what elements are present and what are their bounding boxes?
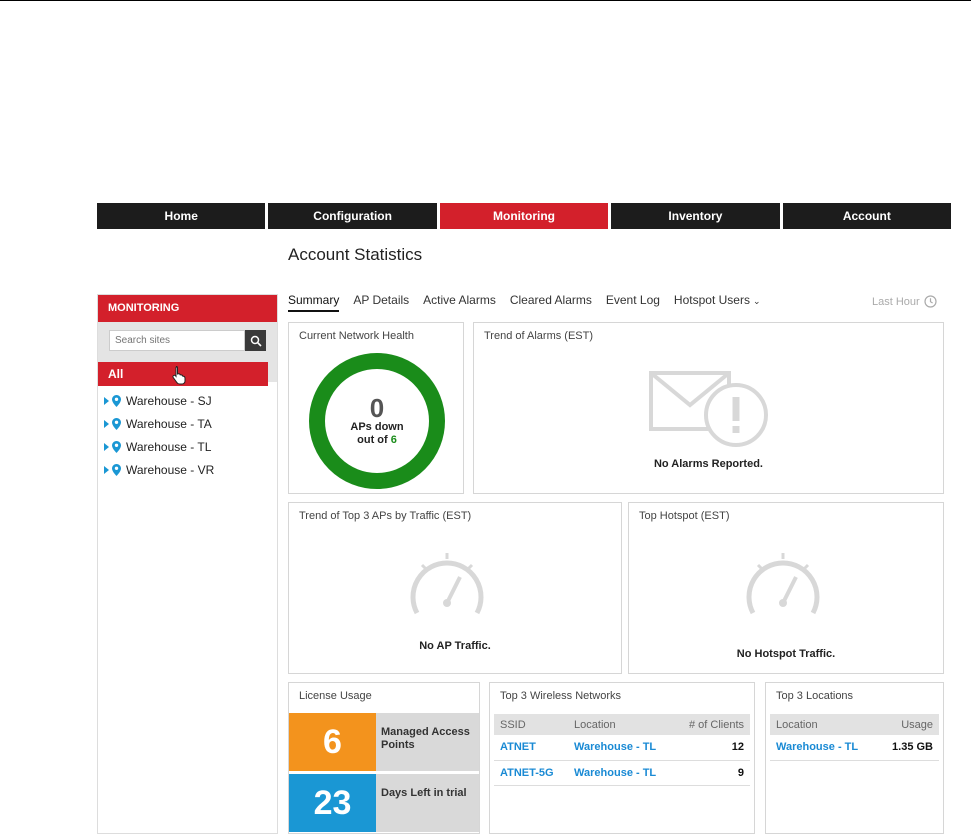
page-title: Account Statistics (288, 245, 423, 264)
location-link[interactable]: Warehouse - TL (568, 735, 675, 761)
hand-cursor-icon (172, 366, 186, 385)
license-usage-panel: License Usage 6 Managed Access Points 23… (288, 682, 480, 834)
tab-hotspot-users-label: Hotspot Users (673, 293, 750, 307)
ssid-link[interactable]: ATNET-5G (494, 760, 569, 786)
sidebar-item-site[interactable]: Warehouse - VR (104, 458, 214, 481)
wireless-networks-panel: Top 3 Wireless Networks SSID Location # … (489, 682, 755, 834)
site-search (109, 330, 266, 351)
location-pin-icon (112, 417, 121, 430)
column-header-usage[interactable]: Usage (878, 714, 939, 735)
stats-tabs: Summary AP Details Active Alarms Cleared… (288, 293, 761, 312)
alarms-trend-panel: Trend of Alarms (EST) No Alarms Reported… (473, 322, 944, 494)
site-label: Warehouse - TL (126, 439, 212, 454)
client-count: 12 (674, 735, 750, 761)
no-hotspot-traffic-message: No Hotspot Traffic. (736, 648, 836, 660)
nav-tab-configuration[interactable]: Configuration (268, 203, 437, 229)
network-health-panel: Current Network Health 0 APs down out of… (288, 322, 464, 494)
location-link[interactable]: Warehouse - TL (770, 735, 879, 761)
managed-aps-row: 6 Managed Access Points (289, 713, 479, 771)
managed-aps-label: Managed Access Points (376, 713, 479, 771)
tab-ap-details[interactable]: AP Details (353, 293, 409, 312)
location-pin-icon (112, 440, 121, 453)
site-label: Warehouse - SJ (126, 393, 212, 408)
top-hotspot-panel: Top Hotspot (EST) No Hotspot Traffic. (628, 502, 944, 674)
aps-down-count: 0 (369, 393, 385, 423)
top-aps-panel: Trend of Top 3 APs by Traffic (EST) No A… (288, 502, 622, 674)
ssid-link[interactable]: ATNET (494, 735, 569, 761)
top-divider (0, 0, 971, 1)
speedometer-icon (410, 553, 484, 615)
panel-title: Trend of Top 3 APs by Traffic (EST) (299, 510, 472, 522)
sidebar-item-site[interactable]: Warehouse - SJ (104, 389, 214, 412)
aps-down-text: APs down (350, 421, 404, 433)
no-alarms-message: No Alarms Reported. (653, 458, 763, 470)
top-locations-table: Location Usage Warehouse - TL 1.35 GB (770, 714, 939, 761)
site-search-input[interactable] (109, 330, 245, 351)
aps-total-line: out of 6 (350, 434, 403, 447)
sidebar-header: MONITORING (98, 295, 277, 322)
sidebar: MONITORING All Warehouse - SJ Warehouse … (97, 294, 278, 834)
site-label: Warehouse - TA (126, 416, 212, 431)
table-row: ATNET-5G Warehouse - TL 9 (494, 760, 750, 786)
envelope-alert-icon (649, 371, 768, 447)
panel-title: Top Hotspot (EST) (639, 510, 730, 522)
column-header-clients[interactable]: # of Clients (674, 714, 750, 735)
sidebar-item-site[interactable]: Warehouse - TA (104, 412, 214, 435)
panel-title: License Usage (299, 690, 372, 702)
search-icon (250, 335, 262, 347)
speedometer-icon (746, 553, 820, 615)
expand-arrow-icon[interactable] (104, 442, 109, 451)
column-header-location[interactable]: Location (568, 714, 675, 735)
search-button[interactable] (245, 330, 266, 351)
tab-cleared-alarms[interactable]: Cleared Alarms (510, 293, 592, 312)
table-row: ATNET Warehouse - TL 12 (494, 735, 750, 761)
expand-arrow-icon[interactable] (104, 419, 109, 428)
health-ring: 0 APs down out of 6 (309, 353, 445, 489)
column-header-location[interactable]: Location (770, 714, 879, 735)
nav-tab-inventory[interactable]: Inventory (611, 203, 780, 229)
tab-summary[interactable]: Summary (288, 293, 340, 312)
panel-title: Top 3 Locations (776, 690, 854, 702)
site-list: Warehouse - SJ Warehouse - TA Warehouse … (104, 389, 214, 481)
sidebar-item-site[interactable]: Warehouse - TL (104, 435, 214, 458)
site-label: Warehouse - VR (126, 462, 215, 477)
location-pin-icon (112, 394, 121, 407)
aps-total: 6 (390, 434, 397, 446)
panel-title: Current Network Health (299, 330, 414, 342)
no-ap-traffic-message: No AP Traffic. (419, 640, 491, 652)
trial-days-count: 23 (289, 774, 376, 832)
aps-down-label: APs down out of 6 (350, 421, 403, 447)
nav-tab-home[interactable]: Home (97, 203, 266, 229)
panel-title: Trend of Alarms (EST) (484, 330, 594, 342)
table-header-row: Location Usage (770, 714, 939, 735)
usage-value: 1.35 GB (878, 735, 939, 761)
main-nav: Home Configuration Monitoring Inventory … (97, 203, 952, 229)
clock-icon (924, 295, 937, 308)
time-range-label: Last Hour (872, 295, 920, 308)
tab-event-log[interactable]: Event Log (606, 293, 660, 312)
nav-tab-account[interactable]: Account (782, 203, 952, 229)
expand-arrow-icon[interactable] (104, 396, 109, 405)
table-header-row: SSID Location # of Clients (494, 714, 750, 735)
panel-title: Top 3 Wireless Networks (500, 690, 622, 702)
client-count: 9 (674, 760, 750, 786)
managed-aps-count: 6 (289, 713, 376, 771)
wireless-networks-table: SSID Location # of Clients ATNET Warehou… (494, 714, 750, 786)
chevron-down-icon: ⌄ (752, 296, 761, 306)
column-header-ssid[interactable]: SSID (494, 714, 569, 735)
trial-days-row: 23 Days Left in trial (289, 774, 479, 832)
location-pin-icon (112, 463, 121, 476)
time-range-selector[interactable]: Last Hour (872, 295, 937, 308)
out-of-text: out of (357, 434, 388, 446)
nav-tab-monitoring[interactable]: Monitoring (439, 203, 609, 229)
tab-active-alarms[interactable]: Active Alarms (423, 293, 496, 312)
table-row: Warehouse - TL 1.35 GB (770, 735, 939, 761)
location-link[interactable]: Warehouse - TL (568, 760, 675, 786)
trial-days-label: Days Left in trial (376, 774, 479, 832)
expand-arrow-icon[interactable] (104, 465, 109, 474)
tab-hotspot-users[interactable]: Hotspot Users ⌄ (674, 293, 761, 312)
top-locations-panel: Top 3 Locations Location Usage Warehouse… (765, 682, 944, 834)
